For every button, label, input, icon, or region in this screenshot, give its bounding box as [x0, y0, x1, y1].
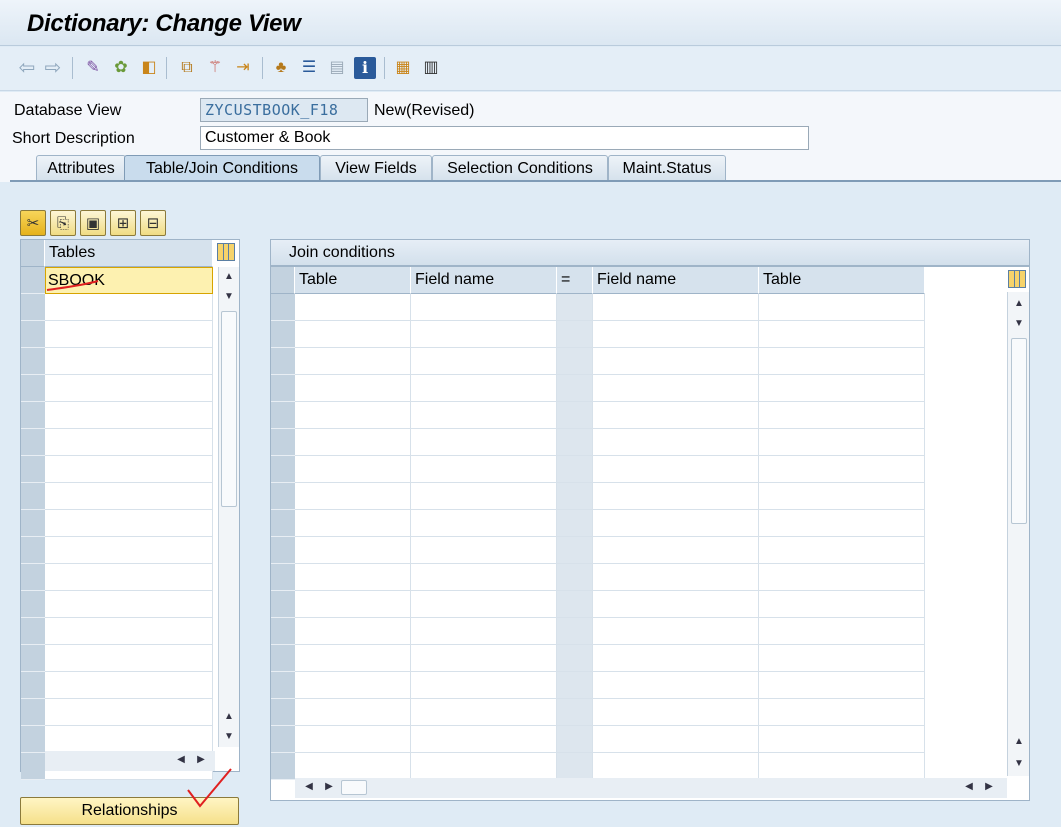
- annotation-marks: [46, 280, 232, 808]
- underline-mark: [46, 280, 99, 291]
- checkmark-annotation: [187, 768, 232, 808]
